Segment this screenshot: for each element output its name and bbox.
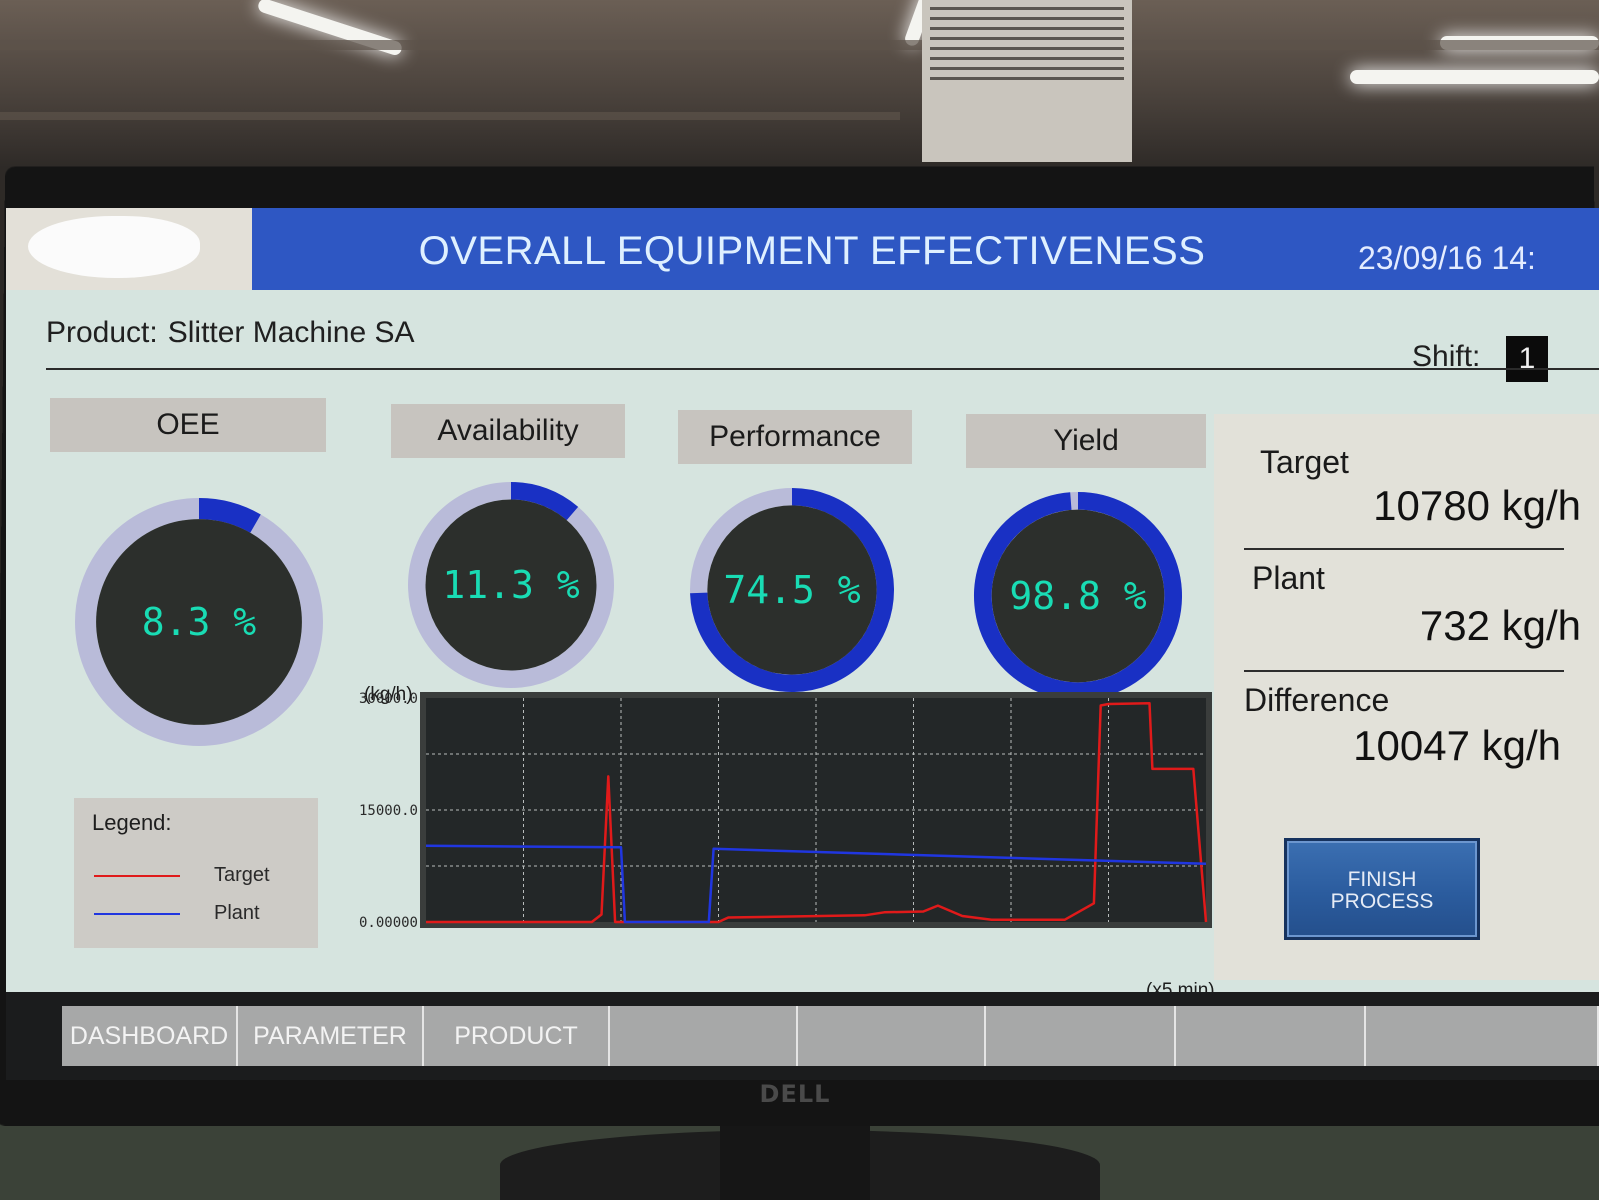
tab-product[interactable]: PRODUCT — [424, 1006, 610, 1066]
shelf — [0, 112, 900, 120]
legend-label-plant: Plant — [214, 902, 260, 924]
tab-empty-6[interactable] — [986, 1006, 1176, 1066]
product-line: Product: Slitter Machine SA — [46, 316, 415, 350]
side-divider — [1244, 670, 1564, 672]
yield-gauge: 98.8 % — [968, 491, 1188, 701]
y-tick-label: 30000.0 — [359, 691, 418, 707]
tab-empty-8[interactable] — [1366, 1006, 1599, 1066]
ceiling-light — [1350, 70, 1599, 84]
page-title: OVERALL EQUIPMENT EFFECTIVENESS — [418, 229, 1206, 273]
target-value: 10780 kg/h — [1373, 482, 1581, 529]
company-logo — [28, 216, 200, 278]
hmi-screen: OVERALL EQUIPMENT EFFECTIVENESS 23/09/16… — [6, 208, 1599, 1080]
shift-value: 1 — [1506, 336, 1548, 382]
target-label: Target — [1260, 444, 1349, 480]
chart-legend: Legend: Target Plant — [74, 798, 318, 948]
legend-swatch-plant — [94, 913, 180, 915]
kpi-label-yield: Yield — [966, 414, 1206, 468]
tab-empty-4[interactable] — [610, 1006, 798, 1066]
tab-parameter[interactable]: PARAMETER — [238, 1006, 424, 1066]
kpi-label-performance: Performance — [678, 410, 912, 464]
legend-swatch-target — [94, 875, 180, 877]
kpi-label-availability: Availability — [391, 404, 625, 458]
y-tick-label: 0.00000 — [359, 915, 418, 931]
finish-process-label-2: PROCESS — [1330, 890, 1434, 913]
product-value: Slitter Machine SA — [167, 316, 415, 349]
date-time: 23/09/16 14: — [1358, 240, 1536, 276]
plant-label: Plant — [1252, 560, 1325, 596]
logo-area — [6, 208, 252, 290]
legend-title: Legend: — [92, 810, 172, 835]
finish-process-button[interactable]: FINISH PROCESS — [1284, 838, 1480, 940]
availability-gauge-value: 11.3 % — [442, 563, 580, 607]
rate-summary-panel: Target 10780 kg/h Plant 732 kg/h Differe… — [1214, 414, 1599, 980]
plant-value: 732 kg/h — [1419, 602, 1581, 649]
availability-gauge: 11.3 % — [405, 481, 617, 689]
oee-gauge: 8.3 % — [72, 498, 326, 746]
oee-gauge-value: 8.3 % — [141, 600, 257, 644]
tab-empty-7[interactable] — [1176, 1006, 1366, 1066]
production-trend-chart: 30000.0 15000.0 0.00000 — [359, 691, 1212, 931]
shelf — [0, 40, 1599, 50]
performance-gauge-value: 74.5 % — [723, 568, 861, 612]
header-divider — [46, 368, 1599, 370]
wall-notice — [922, 0, 1132, 162]
difference-label: Difference — [1244, 682, 1390, 718]
performance-gauge: 74.5 % — [686, 487, 898, 693]
dell-logo: DELL — [759, 1080, 831, 1108]
tab-empty-5[interactable] — [798, 1006, 986, 1066]
y-tick-label: 15000.0 — [359, 803, 418, 819]
kpi-label-oee: OEE — [50, 398, 326, 452]
product-label: Product: — [46, 316, 158, 349]
tab-dashboard[interactable]: DASHBOARD — [62, 1006, 238, 1066]
legend-label-target: Target — [214, 864, 270, 886]
finish-process-label-1: FINISH — [1347, 868, 1417, 891]
difference-value: 10047 kg/h — [1353, 722, 1561, 769]
side-divider — [1244, 548, 1564, 550]
yield-gauge-value: 98.8 % — [1009, 574, 1147, 618]
